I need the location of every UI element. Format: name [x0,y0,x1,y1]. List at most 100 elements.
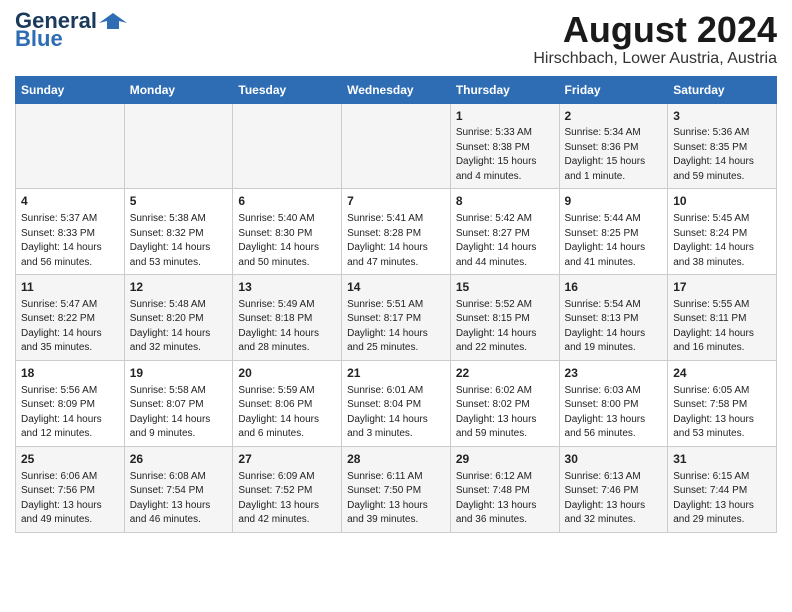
calendar-cell: 28 Sunrise: 6:11 AM Sunset: 7:50 PM Dayli… [342,446,451,532]
date-number: 4 [21,193,119,210]
date-number: 30 [565,451,663,468]
cell-details: Sunrise: 5:40 AM Sunset: 8:30 PM Dayligh… [238,212,336,270]
cell-details: Sunrise: 5:36 AM Sunset: 8:35 PM Dayligh… [673,126,771,184]
cell-details: Sunrise: 5:33 AM Sunset: 8:38 PM Dayligh… [456,126,554,184]
calendar-cell: 4Sunrise: 5:37 AM Sunset: 8:33 PM Daylig… [16,189,125,275]
date-number: 23 [565,365,663,382]
date-number: 9 [565,193,663,210]
calendar-cell [342,103,451,189]
date-number: 29 [456,451,554,468]
header-saturday: Saturday [668,76,777,103]
calendar-cell: 1Sunrise: 5:33 AM Sunset: 8:38 PM Daylig… [450,103,559,189]
page-header: General Blue August 2024 Hirschbach, Low… [15,10,777,68]
calendar-cell: 25 Sunrise: 6:06 AM Sunset: 7:56 PM Dayli… [16,446,125,532]
calendar-cell: 24 Sunrise: 6:05 AM Sunset: 7:58 PM Dayli… [668,360,777,446]
calendar-cell [16,103,125,189]
calendar-cell: 8 Sunrise: 5:42 AM Sunset: 8:27 PM Daylig… [450,189,559,275]
header-friday: Friday [559,76,668,103]
date-number: 3 [673,108,771,125]
calendar-cell: 13 Sunrise: 5:49 AM Sunset: 8:18 PM Dayli… [233,275,342,361]
week-row-3: 11 Sunrise: 5:47 AM Sunset: 8:22 PM Dayli… [16,275,777,361]
date-number: 20 [238,365,336,382]
date-number: 31 [673,451,771,468]
calendar-cell: 16Sunrise: 5:54 AM Sunset: 8:13 PM Dayli… [559,275,668,361]
cell-details: Sunrise: 6:08 AM Sunset: 7:54 PM Dayligh… [130,470,228,528]
calendar-cell: 18 Sunrise: 5:56 AM Sunset: 8:09 PM Dayli… [16,360,125,446]
cell-details: Sunrise: 5:34 AM Sunset: 8:36 PM Dayligh… [565,126,663,184]
date-number: 13 [238,279,336,296]
calendar-cell: 11 Sunrise: 5:47 AM Sunset: 8:22 PM Dayli… [16,275,125,361]
date-number: 24 [673,365,771,382]
calendar-header-row: SundayMondayTuesdayWednesdayThursdayFrid… [16,76,777,103]
cell-details: Sunrise: 5:49 AM Sunset: 8:18 PM Dayligh… [238,298,336,356]
date-number: 26 [130,451,228,468]
date-number: 1 [456,108,554,125]
calendar-cell: 26 Sunrise: 6:08 AM Sunset: 7:54 PM Dayli… [124,446,233,532]
cell-details: Sunrise: 5:52 AM Sunset: 8:15 PM Dayligh… [456,298,554,356]
cell-details: Sunrise: 6:06 AM Sunset: 7:56 PM Dayligh… [21,470,119,528]
date-number: 17 [673,279,771,296]
date-number: 10 [673,193,771,210]
cell-details: Sunrise: 5:51 AM Sunset: 8:17 PM Dayligh… [347,298,445,356]
calendar-cell: 31Sunrise: 6:15 AM Sunset: 7:44 PM Dayli… [668,446,777,532]
calendar-cell [233,103,342,189]
logo-bird-icon [99,11,127,31]
title-block: August 2024 Hirschbach, Lower Austria, A… [533,10,777,68]
calendar-cell: 22 Sunrise: 6:02 AM Sunset: 8:02 PM Dayli… [450,360,559,446]
calendar-table: SundayMondayTuesdayWednesdayThursdayFrid… [15,76,777,533]
date-number: 7 [347,193,445,210]
date-number: 5 [130,193,228,210]
cell-details: Sunrise: 5:54 AM Sunset: 8:13 PM Dayligh… [565,298,663,356]
cell-details: Sunrise: 5:47 AM Sunset: 8:22 PM Dayligh… [21,298,119,356]
date-number: 15 [456,279,554,296]
calendar-cell: 30 Sunrise: 6:13 AM Sunset: 7:46 PM Dayli… [559,446,668,532]
cell-details: Sunrise: 5:41 AM Sunset: 8:28 PM Dayligh… [347,212,445,270]
cell-details: Sunrise: 6:02 AM Sunset: 8:02 PM Dayligh… [456,384,554,442]
date-number: 21 [347,365,445,382]
cell-details: Sunrise: 6:13 AM Sunset: 7:46 PM Dayligh… [565,470,663,528]
date-number: 22 [456,365,554,382]
cell-details: Sunrise: 5:48 AM Sunset: 8:20 PM Dayligh… [130,298,228,356]
cell-details: Sunrise: 6:05 AM Sunset: 7:58 PM Dayligh… [673,384,771,442]
date-number: 12 [130,279,228,296]
logo: General Blue [15,10,127,50]
week-row-4: 18 Sunrise: 5:56 AM Sunset: 8:09 PM Dayli… [16,360,777,446]
calendar-cell: 9 Sunrise: 5:44 AM Sunset: 8:25 PM Daylig… [559,189,668,275]
cell-details: Sunrise: 5:44 AM Sunset: 8:25 PM Dayligh… [565,212,663,270]
cell-details: Sunrise: 5:56 AM Sunset: 8:09 PM Dayligh… [21,384,119,442]
calendar-cell: 21Sunrise: 6:01 AM Sunset: 8:04 PM Dayli… [342,360,451,446]
cell-details: Sunrise: 5:59 AM Sunset: 8:06 PM Dayligh… [238,384,336,442]
cell-details: Sunrise: 5:42 AM Sunset: 8:27 PM Dayligh… [456,212,554,270]
calendar-subtitle: Hirschbach, Lower Austria, Austria [533,50,777,68]
calendar-cell: 17 Sunrise: 5:55 AM Sunset: 8:11 PM Dayli… [668,275,777,361]
cell-details: Sunrise: 6:03 AM Sunset: 8:00 PM Dayligh… [565,384,663,442]
header-monday: Monday [124,76,233,103]
date-number: 18 [21,365,119,382]
calendar-cell: 27Sunrise: 6:09 AM Sunset: 7:52 PM Dayli… [233,446,342,532]
calendar-cell: 7 Sunrise: 5:41 AM Sunset: 8:28 PM Daylig… [342,189,451,275]
date-number: 8 [456,193,554,210]
cell-details: Sunrise: 6:09 AM Sunset: 7:52 PM Dayligh… [238,470,336,528]
header-sunday: Sunday [16,76,125,103]
week-row-5: 25 Sunrise: 6:06 AM Sunset: 7:56 PM Dayli… [16,446,777,532]
cell-details: Sunrise: 5:55 AM Sunset: 8:11 PM Dayligh… [673,298,771,356]
date-number: 19 [130,365,228,382]
date-number: 28 [347,451,445,468]
cell-details: Sunrise: 6:12 AM Sunset: 7:48 PM Dayligh… [456,470,554,528]
calendar-cell: 19Sunrise: 5:58 AM Sunset: 8:07 PM Dayli… [124,360,233,446]
calendar-cell: 6Sunrise: 5:40 AM Sunset: 8:30 PM Daylig… [233,189,342,275]
calendar-cell: 5 Sunrise: 5:38 AM Sunset: 8:32 PM Daylig… [124,189,233,275]
date-number: 25 [21,451,119,468]
calendar-cell [124,103,233,189]
calendar-cell: 15 Sunrise: 5:52 AM Sunset: 8:15 PM Dayli… [450,275,559,361]
header-wednesday: Wednesday [342,76,451,103]
calendar-cell: 3Sunrise: 5:36 AM Sunset: 8:35 PM Daylig… [668,103,777,189]
logo-blue: Blue [15,28,63,50]
week-row-2: 4Sunrise: 5:37 AM Sunset: 8:33 PM Daylig… [16,189,777,275]
week-row-1: 1Sunrise: 5:33 AM Sunset: 8:38 PM Daylig… [16,103,777,189]
date-number: 11 [21,279,119,296]
cell-details: Sunrise: 6:11 AM Sunset: 7:50 PM Dayligh… [347,470,445,528]
header-tuesday: Tuesday [233,76,342,103]
cell-details: Sunrise: 5:38 AM Sunset: 8:32 PM Dayligh… [130,212,228,270]
date-number: 14 [347,279,445,296]
